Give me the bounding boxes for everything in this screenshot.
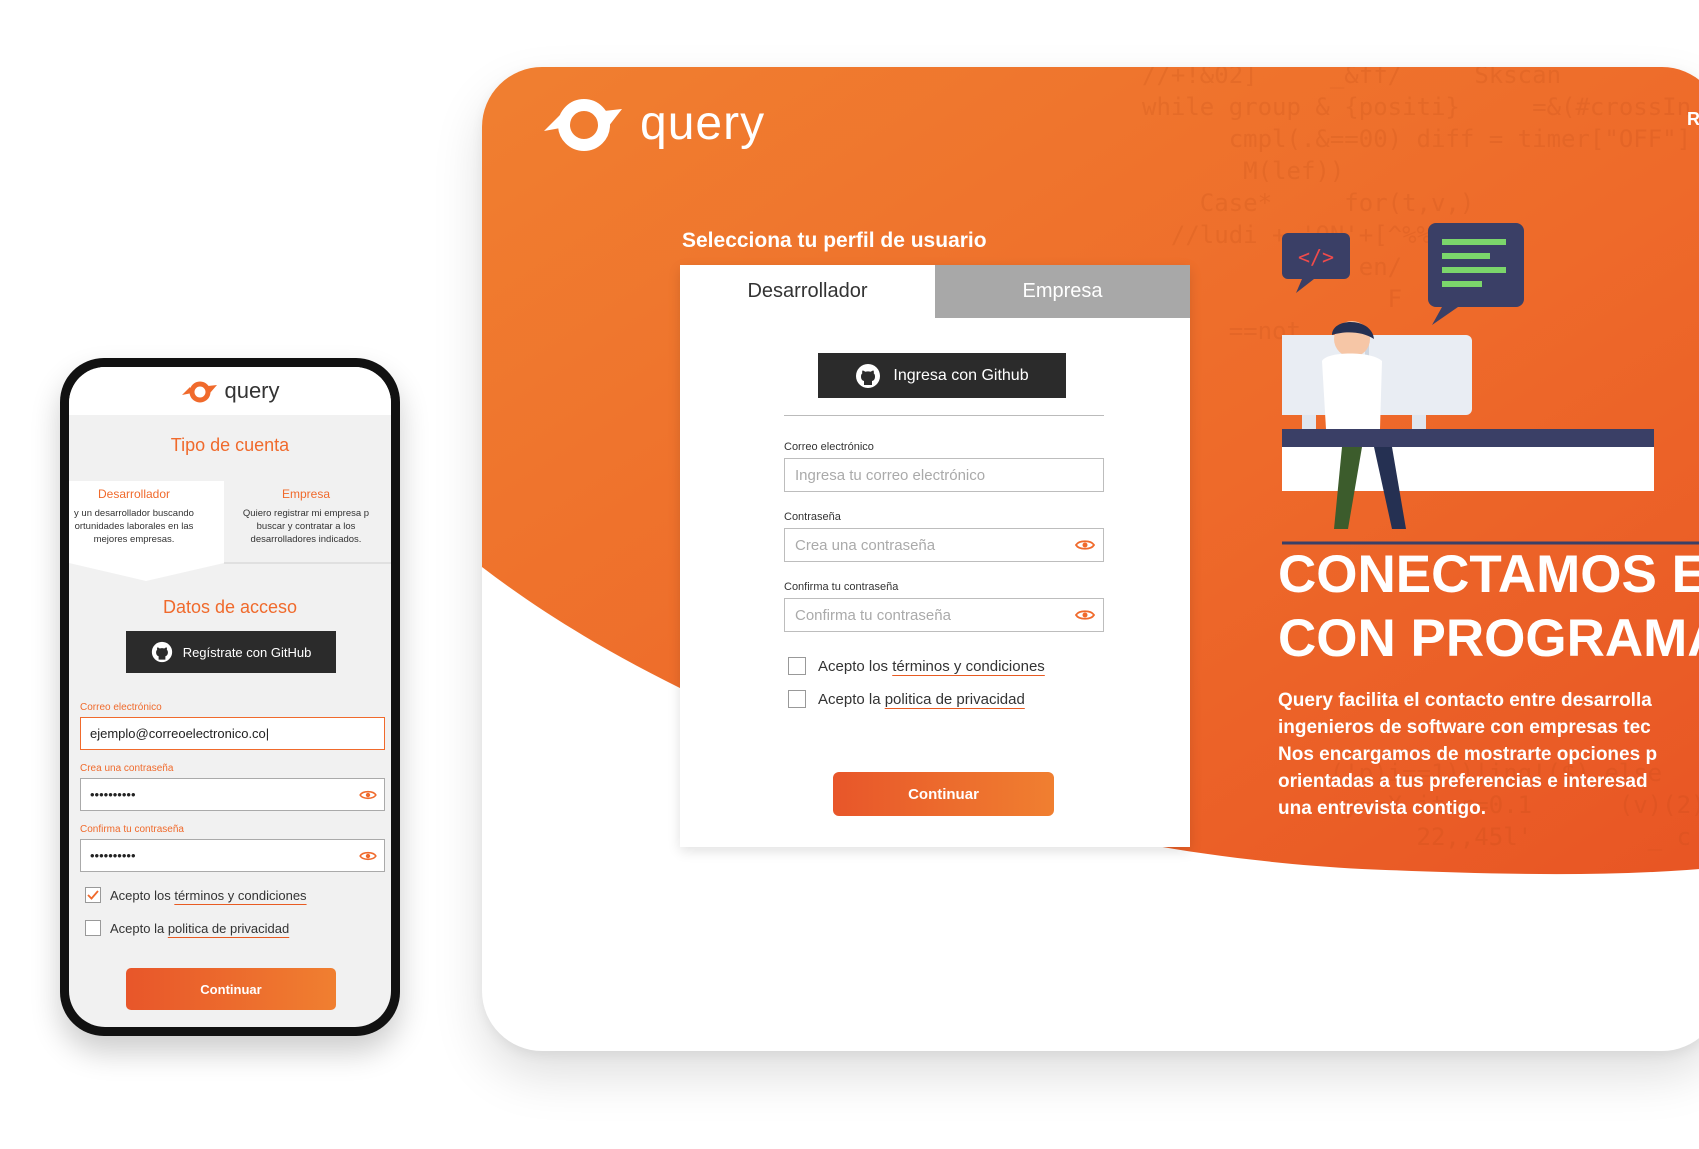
eye-icon[interactable] bbox=[359, 849, 377, 863]
query-logo-icon[interactable] bbox=[180, 377, 220, 405]
github-login-button[interactable]: Ingresa con Github bbox=[818, 353, 1066, 398]
confirm-password-field[interactable]: Confirma tu contraseña bbox=[784, 598, 1104, 632]
terms-checkbox[interactable] bbox=[788, 657, 806, 675]
password-label: Crea una contraseña bbox=[80, 763, 174, 774]
password-field[interactable]: Crea una contraseña bbox=[784, 528, 1104, 562]
phone-mockup: query Tipo de cuenta Desarrollador y un … bbox=[60, 358, 400, 1036]
privacy-link[interactable]: politica de privacidad bbox=[168, 921, 289, 936]
developers-illustration: </> bbox=[1282, 223, 1699, 545]
confirm-password-field[interactable]: •••••••••• bbox=[80, 839, 385, 872]
email-label: Correo electrónico bbox=[80, 702, 162, 713]
privacy-label: Acepto la politica de privacidad bbox=[110, 920, 290, 936]
hero-title: CONECTAMOS E CON PROGRAMA bbox=[1278, 545, 1699, 668]
profile-tabs: Desarrollador Empresa bbox=[680, 265, 1190, 318]
eye-icon[interactable] bbox=[359, 788, 377, 802]
password-placeholder: Crea una contraseña bbox=[795, 536, 936, 554]
password-label: Contraseña bbox=[784, 511, 841, 523]
password-value: •••••••••• bbox=[90, 787, 136, 802]
continue-button[interactable]: Continuar bbox=[126, 968, 336, 1010]
privacy-label: Acepto la politica de privacidad bbox=[818, 690, 1025, 708]
privacy-checkbox[interactable] bbox=[788, 690, 806, 708]
confirm-label: Confirma tu contraseña bbox=[80, 824, 184, 835]
brand-name: query bbox=[640, 96, 766, 150]
email-field[interactable]: ejemplo@correoelectronico.co| bbox=[80, 717, 385, 750]
query-logo-icon bbox=[544, 99, 622, 151]
terms-checkbox-row[interactable]: Acepto los términos y condiciones bbox=[788, 657, 1045, 675]
profile-title: Selecciona tu perfil de usuario bbox=[682, 229, 987, 252]
github-icon bbox=[151, 641, 172, 663]
privacy-checkbox-row[interactable]: Acepto la politica de privacidad bbox=[788, 690, 1025, 708]
mobile-tab-desarrollador[interactable]: Desarrollador y un desarrollador buscand… bbox=[69, 487, 209, 546]
phone-screen: query Tipo de cuenta Desarrollador y un … bbox=[69, 367, 391, 1027]
terms-checkbox-row[interactable]: Acepto los términos y condiciones bbox=[85, 887, 307, 903]
hero-description: Query facilita el contacto entre desarro… bbox=[1278, 690, 1658, 819]
divider bbox=[784, 415, 1104, 416]
confirm-placeholder: Confirma tu contraseña bbox=[795, 606, 951, 624]
brand-logo[interactable]: query bbox=[538, 91, 765, 155]
github-icon bbox=[856, 363, 881, 388]
tab-desarrollador[interactable]: Desarrollador bbox=[680, 265, 935, 318]
tab-empresa[interactable]: Empresa bbox=[935, 265, 1190, 318]
email-field[interactable]: Ingresa tu correo electrónico bbox=[784, 458, 1104, 492]
register-card: Desarrollador Empresa Ingresa con Github… bbox=[680, 265, 1190, 847]
access-data-title: Datos de acceso bbox=[162, 597, 298, 617]
github-login-label: Ingresa con Github bbox=[893, 366, 1029, 384]
confirm-label: Confirma tu contraseña bbox=[784, 581, 899, 593]
confirm-value: •••••••••• bbox=[90, 848, 136, 863]
email-placeholder: Ingresa tu correo electrónico bbox=[795, 466, 986, 484]
github-register-label: Regístrate con GitHub bbox=[182, 644, 312, 660]
eye-icon[interactable] bbox=[1075, 607, 1095, 623]
svg-text:</>: </> bbox=[1298, 245, 1334, 269]
brand-name: query bbox=[224, 378, 280, 403]
mobile-tab-empresa[interactable]: Empresa Quiero registrar mi empresa p bu… bbox=[221, 487, 391, 546]
terms-checkbox[interactable] bbox=[85, 887, 101, 903]
privacy-link[interactable]: politica de privacidad bbox=[885, 691, 1025, 708]
privacy-checkbox-row[interactable]: Acepto la politica de privacidad bbox=[85, 920, 289, 936]
terms-label: Acepto los términos y condiciones bbox=[110, 887, 307, 903]
eye-icon[interactable] bbox=[1075, 537, 1095, 553]
terms-link[interactable]: términos y condiciones bbox=[174, 888, 306, 903]
privacy-checkbox[interactable] bbox=[85, 920, 101, 936]
password-field[interactable]: •••••••••• bbox=[80, 778, 385, 811]
email-label: Correo electrónico bbox=[784, 441, 874, 453]
account-type-title: Tipo de cuenta bbox=[170, 435, 290, 455]
github-register-button[interactable]: Regístrate con GitHub bbox=[126, 631, 336, 673]
checkmark-icon bbox=[87, 890, 99, 900]
header-nav-item[interactable]: R bbox=[1687, 109, 1699, 130]
desktop-mockup: //+!&02] _&ff/ Skscan while group & {pos… bbox=[482, 67, 1699, 1051]
continue-button[interactable]: Continuar bbox=[833, 772, 1054, 816]
phone-header: query bbox=[69, 367, 391, 415]
email-value: ejemplo@correoelectronico.co| bbox=[90, 726, 270, 741]
terms-link[interactable]: términos y condiciones bbox=[892, 658, 1045, 675]
terms-label: Acepto los términos y condiciones bbox=[818, 657, 1045, 675]
